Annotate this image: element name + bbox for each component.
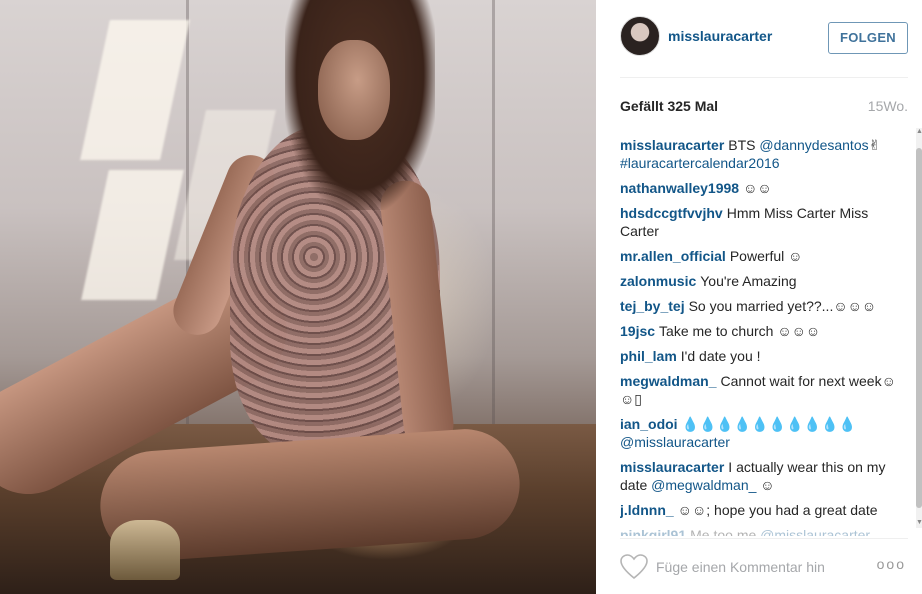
comment-item: mr.allen_official Powerful ☺ <box>620 247 904 265</box>
follow-button[interactable]: FOLGEN <box>828 22 908 54</box>
post-photo[interactable] <box>0 0 596 594</box>
wall-edge <box>492 0 495 460</box>
comment-author[interactable]: zalonmusic <box>620 273 696 289</box>
comment-text: I'd date you ! <box>680 348 761 364</box>
comment-item: ian_odoi 💧💧💧💧💧💧💧💧💧💧 @misslauracarter <box>620 415 904 451</box>
mention-link[interactable]: @misslauracarter <box>620 434 730 450</box>
comment-author[interactable]: 19jsc <box>620 323 655 339</box>
comment-author[interactable]: tej_by_tej <box>620 298 685 314</box>
divider <box>620 77 908 78</box>
comment-item: phil_lam I'd date you ! <box>620 347 904 365</box>
mention-link[interactable]: @dannydesantos <box>759 137 868 153</box>
comment-author[interactable]: misslauracarter <box>620 137 724 153</box>
comment-text: Powerful ☺ <box>729 248 803 264</box>
mention-link[interactable]: @misslauracarter <box>760 527 870 536</box>
comment-text: So you married yet??...☺☺☺ <box>688 298 877 314</box>
comment-author[interactable]: mr.allen_official <box>620 248 726 264</box>
comment-item: misslauracarter I actually wear this on m… <box>620 458 904 494</box>
hashtag-link[interactable]: #lauracartercalendar2016 <box>620 155 780 171</box>
comment-item: hdsdccgtfvvjhv Hmm Miss Carter Miss Carte… <box>620 204 904 240</box>
comment-author[interactable]: ian_odoi <box>620 416 678 432</box>
comment-author[interactable]: hdsdccgtfvvjhv <box>620 205 723 221</box>
comment-text: BTS <box>728 137 760 153</box>
comment-text: Me too me <box>690 527 761 536</box>
likes-count[interactable]: Gefällt 325 Mal <box>620 98 718 114</box>
comment-item: nathanwalley1998 ☺☺ <box>620 179 904 197</box>
scroll-up-arrow-icon[interactable]: ▲ <box>916 128 922 136</box>
scroll-down-arrow-icon[interactable]: ▼ <box>916 519 922 527</box>
heart-icon[interactable] <box>620 554 648 580</box>
comment-author[interactable]: megwaldman_ <box>620 373 716 389</box>
comment-text: You're Amazing <box>700 273 797 289</box>
comments-list: misslauracarter BTS @dannydesantos✌ #laur… <box>620 136 904 536</box>
light-patch <box>80 20 190 160</box>
figure-face <box>318 40 390 140</box>
comment-item: tej_by_tej So you married yet??...☺☺☺ <box>620 297 904 315</box>
comment-item: pinkgirl91 Me too me @misslauracarter <box>620 526 904 536</box>
comment-author[interactable]: misslauracarter <box>620 459 724 475</box>
post-header: misslauracarter FOLGEN <box>620 16 908 60</box>
divider <box>620 538 908 539</box>
comment-text: Take me to church ☺☺☺ <box>659 323 821 339</box>
comment-author[interactable]: nathanwalley1998 <box>620 180 739 196</box>
comments-scrollbar[interactable] <box>916 128 922 528</box>
comment-text: ☺☺ <box>743 180 772 196</box>
comment-author[interactable]: phil_lam <box>620 348 677 364</box>
comment-text: ☺☺; hope you had a great date <box>677 502 878 518</box>
comment-item: 19jsc Take me to church ☺☺☺ <box>620 322 904 340</box>
comment-item: j.ldnnn_ ☺☺; hope you had a great date <box>620 501 904 519</box>
mention-link[interactable]: @megwaldman_ <box>651 477 756 493</box>
more-options-icon[interactable]: ooo <box>877 556 906 572</box>
post-time[interactable]: 15Wo. <box>868 98 908 114</box>
comment-text: 💧💧💧💧💧💧💧💧💧💧 <box>681 416 856 432</box>
comment-item: zalonmusic You're Amazing <box>620 272 904 290</box>
figure-shoe <box>110 520 180 580</box>
scrollbar-thumb[interactable] <box>916 148 922 508</box>
avatar[interactable] <box>620 16 660 56</box>
comment-item: misslauracarter BTS @dannydesantos✌ #laur… <box>620 136 904 172</box>
comment-input[interactable] <box>656 556 836 578</box>
comment-item: megwaldman_ Cannot wait for next week☺☺▯ <box>620 372 904 408</box>
comment-text: ✌ <box>868 137 881 153</box>
post-side-panel: misslauracarter FOLGEN Gefällt 325 Mal 1… <box>596 0 922 594</box>
likes-row: Gefällt 325 Mal 15Wo. <box>620 98 908 118</box>
light-patch <box>81 170 184 300</box>
comment-author[interactable]: j.ldnnn_ <box>620 502 674 518</box>
comment-author[interactable]: pinkgirl91 <box>620 527 686 536</box>
comment-text: ☺ <box>756 477 775 493</box>
post-footer: ooo <box>620 548 912 588</box>
post-username[interactable]: misslauracarter <box>668 28 772 44</box>
